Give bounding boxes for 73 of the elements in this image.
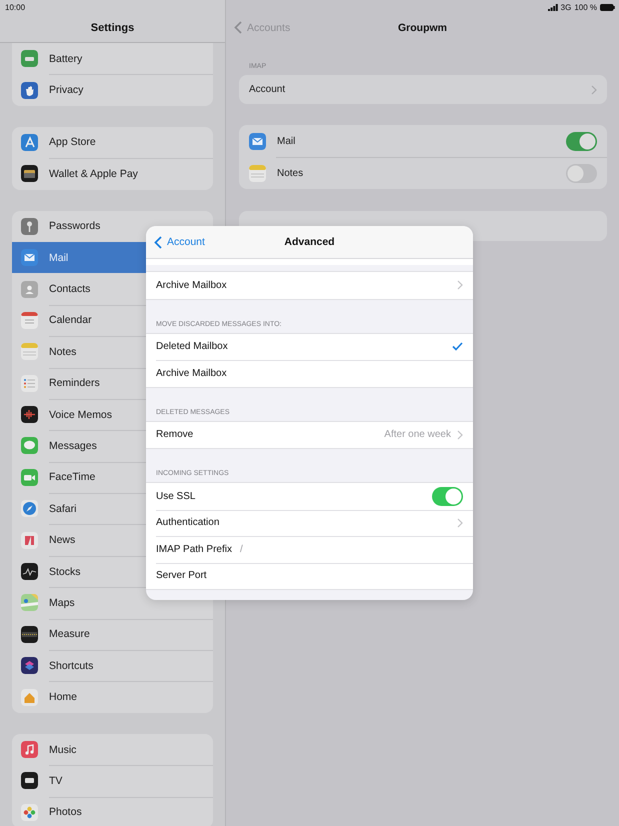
- page-title: Groupwm: [398, 22, 447, 34]
- hand-icon: [21, 82, 38, 99]
- network-type: 3G: [560, 2, 572, 12]
- settings-row[interactable]: Authentication: [146, 510, 473, 536]
- sidebar-item[interactable]: TV: [12, 765, 213, 797]
- dialog-title: Advanced: [284, 236, 335, 248]
- row-label: IMAP Path Prefix: [156, 544, 232, 555]
- toggle-switch[interactable]: [566, 164, 597, 182]
- chevron-icon: [457, 518, 463, 528]
- battery-percent: 100 %: [574, 2, 597, 12]
- row-label: Archive Mailbox: [156, 280, 228, 291]
- chevron-icon: [591, 84, 597, 94]
- chevron-icon: [457, 430, 463, 440]
- sidebar-item[interactable]: Music: [12, 734, 213, 766]
- music-note-icon: [21, 741, 38, 758]
- toggle-switch[interactable]: [566, 132, 597, 150]
- row-label: Archive Mailbox: [156, 368, 228, 379]
- row-label: Account: [249, 84, 286, 95]
- waveform-icon: [21, 406, 38, 424]
- row-label: Notes: [277, 168, 304, 178]
- wallet-icon: [21, 165, 38, 182]
- row-label: Authentication: [156, 517, 220, 528]
- map-icon: [21, 594, 38, 612]
- sidebar-item[interactable]: Home: [12, 681, 213, 713]
- input-field[interactable]: Server Port: [146, 562, 473, 589]
- settings-row[interactable]: Archive Mailbox: [146, 360, 473, 386]
- speech-bubble-icon: [21, 437, 38, 454]
- battery-icon: [21, 50, 38, 68]
- video-camera-icon: [21, 468, 38, 486]
- row-label: Server Port: [156, 570, 207, 582]
- sidebar-item[interactable]: Measure: [12, 618, 213, 650]
- sidebar-item[interactable]: Photos: [12, 796, 213, 826]
- settings-row[interactable]: Use SSL: [146, 483, 473, 510]
- notepad-icon: [249, 164, 266, 182]
- layers-icon: [21, 657, 38, 674]
- sidebar-item[interactable]: App Store: [12, 126, 213, 158]
- toggle-switch[interactable]: [432, 486, 463, 506]
- person-icon: [21, 280, 38, 298]
- field-value: /: [240, 544, 243, 555]
- back-chevron-icon: [154, 236, 162, 248]
- flower-icon: [21, 804, 38, 821]
- settings-row[interactable]: Remove After one week: [146, 422, 473, 448]
- letter-a-icon: [21, 134, 38, 151]
- calendar-icon: [21, 312, 38, 329]
- sidebar-item[interactable]: Wallet & Apple Pay: [12, 158, 213, 190]
- sidebar-title: Settings: [90, 22, 134, 34]
- row-label: Remove: [156, 429, 194, 440]
- ruler-icon: [21, 626, 38, 643]
- compass-icon: [21, 500, 38, 518]
- signal-icon: [548, 4, 558, 10]
- row-label: Deleted Mailbox: [156, 341, 229, 352]
- chevron-icon: [457, 280, 463, 290]
- sidebar-item[interactable]: Maps: [12, 587, 213, 619]
- sidebar-item[interactable]: Shortcuts: [12, 650, 213, 682]
- house-icon: [21, 688, 38, 706]
- back-chevron-icon: [234, 21, 242, 34]
- stripe-icon: [21, 532, 38, 549]
- row-label: Use SSL: [156, 490, 196, 502]
- key-icon: [21, 218, 38, 235]
- battery-icon: [600, 4, 615, 10]
- row-value: After one week: [384, 429, 451, 440]
- tv-icon: [21, 772, 38, 790]
- envelope-icon: [249, 132, 266, 150]
- input-field[interactable]: IMAP Path Prefix /: [146, 536, 473, 562]
- list-icon: [21, 374, 38, 392]
- sidebar-item[interactable]: Privacy: [12, 74, 213, 106]
- settings-row[interactable]: Deleted Mailbox: [146, 334, 473, 360]
- notepad-icon: [21, 343, 38, 360]
- clock-time: 10:00: [5, 2, 26, 12]
- settings-row[interactable]: Archive Mailbox: [146, 272, 473, 298]
- sidebar-item[interactable]: Battery: [12, 43, 213, 74]
- envelope-icon: [21, 249, 38, 266]
- row-label: Mail: [277, 136, 296, 146]
